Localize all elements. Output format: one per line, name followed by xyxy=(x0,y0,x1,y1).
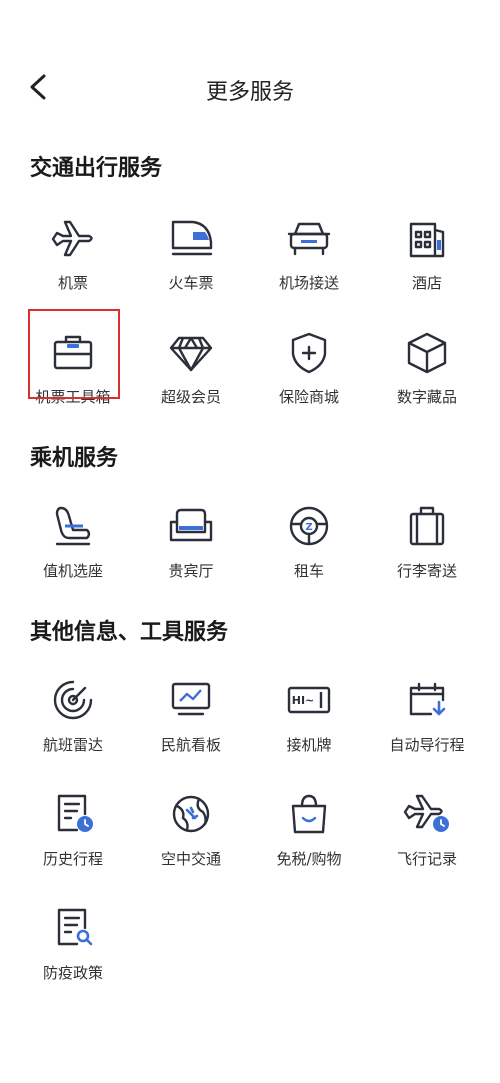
service-train-tickets[interactable]: 火车票 xyxy=(132,198,250,312)
service-luggage-delivery[interactable]: 行李寄送 xyxy=(368,486,486,600)
briefcase-icon xyxy=(53,335,93,370)
steering-wheel-icon: Z xyxy=(289,506,329,546)
globe-plane-icon xyxy=(172,795,210,833)
service-epidemic-policy[interactable]: 防疫政策 xyxy=(14,888,132,1002)
service-label: 行李寄送 xyxy=(396,562,457,580)
train-icon xyxy=(171,220,213,256)
document-search-icon xyxy=(57,908,93,946)
luggage-icon xyxy=(409,506,445,546)
service-car-rental[interactable]: Z 租车 xyxy=(250,486,368,600)
service-label: 自动导行程 xyxy=(389,736,465,754)
service-pickup-sign[interactable]: HI~ 接机牌 xyxy=(250,660,368,774)
service-label: 空中交通 xyxy=(160,850,221,868)
service-airport-transfer[interactable]: 机场接送 xyxy=(250,198,368,312)
service-label: 数字藏品 xyxy=(396,388,457,406)
service-label: 租车 xyxy=(293,562,324,580)
cube-icon xyxy=(407,332,447,374)
service-hotel[interactable]: 酒店 xyxy=(368,198,486,312)
service-label: 保险商城 xyxy=(278,388,339,406)
page-title: 更多服务 xyxy=(205,80,294,105)
service-label: 机票 xyxy=(57,274,88,292)
airplane-icon xyxy=(51,220,93,257)
service-flight-toolbox[interactable]: 机票工具箱 xyxy=(14,309,132,426)
sign-board-icon: HI~ xyxy=(287,686,331,714)
section-title-boarding: 乘机服务 xyxy=(30,446,119,471)
top-bar: 更多服务 xyxy=(0,60,500,116)
section-title-other-tools: 其他信息、工具服务 xyxy=(30,620,229,645)
service-label: 民航看板 xyxy=(160,736,221,754)
service-super-member[interactable]: 超级会员 xyxy=(132,312,250,426)
service-flight-tickets[interactable]: 机票 xyxy=(14,198,132,312)
service-label: 酒店 xyxy=(411,274,442,292)
service-label: 超级会员 xyxy=(160,388,221,406)
transport-services-grid: 机票 火车票 机场接送 酒店 机票工具箱 超级会员 保险商城 数字藏品 xyxy=(14,198,486,426)
service-label: 值机选座 xyxy=(42,562,103,580)
service-vip-lounge[interactable]: 贵宾厅 xyxy=(132,486,250,600)
service-insurance-mall[interactable]: 保险商城 xyxy=(250,312,368,426)
monitor-chart-icon xyxy=(171,682,211,716)
service-aviation-dashboard[interactable]: 民航看板 xyxy=(132,660,250,774)
service-label: 机票工具箱 xyxy=(35,388,111,406)
sofa-icon xyxy=(169,508,213,542)
service-check-in-seat[interactable]: 值机选座 xyxy=(14,486,132,600)
service-trip-history[interactable]: 历史行程 xyxy=(14,774,132,888)
seat-icon xyxy=(55,506,91,546)
car-icon xyxy=(287,222,331,256)
service-label: 机场接送 xyxy=(278,274,339,292)
service-auto-import-itinerary[interactable]: 自动导行程 xyxy=(368,660,486,774)
other-tools-grid: 航班雷达 民航看板 HI~ 接机牌 自动导行程 历史行程 空中交通 免税/购物 … xyxy=(14,660,486,1002)
diamond-icon xyxy=(169,336,213,372)
calendar-import-icon xyxy=(409,682,446,716)
boarding-services-grid: 值机选座 贵宾厅 Z 租车 行李寄送 xyxy=(14,486,486,600)
service-flight-radar[interactable]: 航班雷达 xyxy=(14,660,132,774)
shield-plus-icon xyxy=(291,332,327,374)
service-flight-log[interactable]: 飞行记录 xyxy=(368,774,486,888)
service-label: 飞行记录 xyxy=(396,850,457,868)
service-label: 免税/购物 xyxy=(276,850,342,868)
service-label: 贵宾厅 xyxy=(168,562,214,580)
service-label: 接机牌 xyxy=(286,736,332,754)
service-label: 火车票 xyxy=(168,274,214,292)
plane-clock-icon xyxy=(403,794,449,832)
service-label: 防疫政策 xyxy=(42,964,103,982)
svg-text:Z: Z xyxy=(305,522,312,533)
section-title-transport: 交通出行服务 xyxy=(30,156,163,181)
hotel-icon xyxy=(409,222,445,258)
document-clock-icon xyxy=(57,794,93,832)
service-label: 历史行程 xyxy=(42,850,103,868)
service-label: 航班雷达 xyxy=(42,736,103,754)
service-air-traffic[interactable]: 空中交通 xyxy=(132,774,250,888)
service-duty-free-shopping[interactable]: 免税/购物 xyxy=(250,774,368,888)
radar-icon xyxy=(53,680,93,720)
shopping-bag-icon xyxy=(291,794,327,834)
svg-text:HI~: HI~ xyxy=(292,694,315,707)
service-digital-collectibles[interactable]: 数字藏品 xyxy=(368,312,486,426)
